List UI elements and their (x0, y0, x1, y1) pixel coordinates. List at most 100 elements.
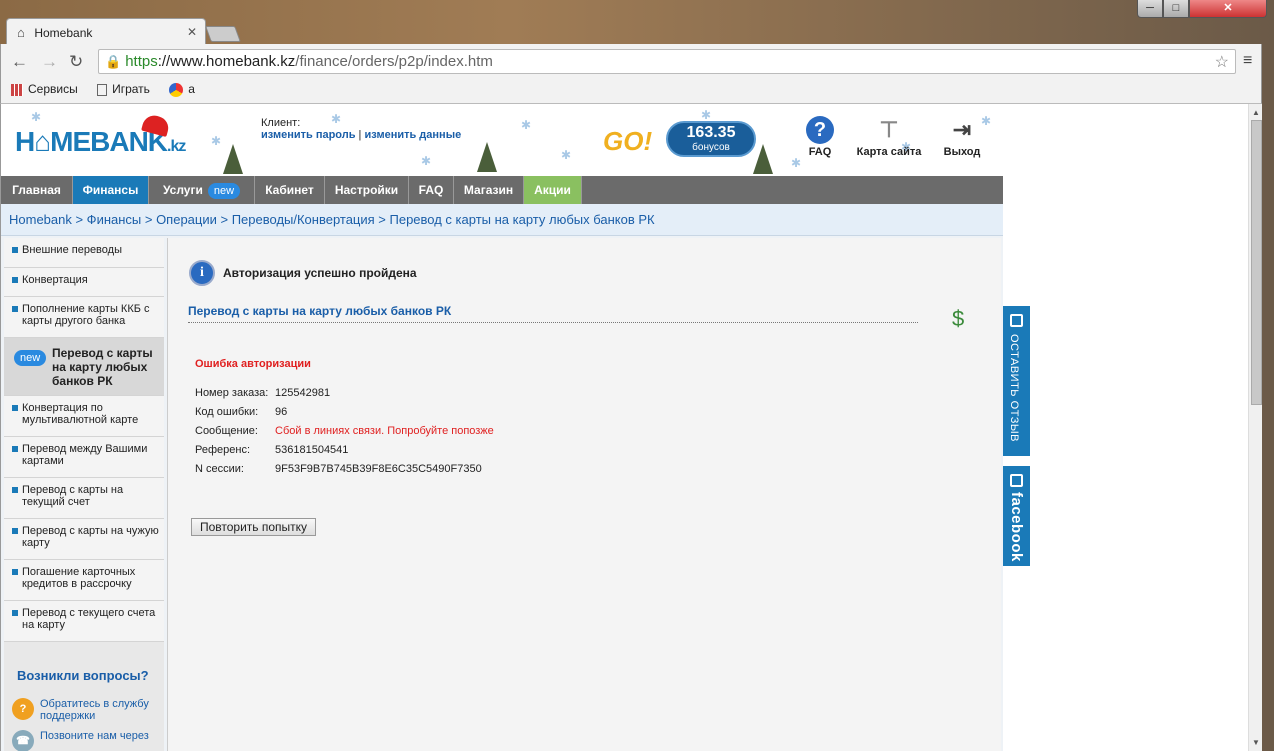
facebook-tab[interactable]: facebook (1003, 466, 1030, 566)
info-icon: i (189, 260, 215, 286)
error-title: Ошибка авторизации (195, 358, 311, 370)
snowflake-icon: ✱ (211, 134, 222, 148)
client-label: Клиент: (261, 117, 301, 129)
reference-row: Референс: 536181504541 (195, 444, 349, 456)
main-nav: Главная Финансы Услуги new Кабинет Настро… (1, 176, 1003, 204)
close-window-button[interactable]: ✕ (1189, 0, 1267, 18)
snowflake-icon: ✱ (791, 156, 802, 170)
back-arrow-icon[interactable]: ← (11, 52, 28, 72)
speech-bubble-icon (1010, 314, 1023, 327)
sidebar-item-account-to-card[interactable]: Перевод с текущего счета на карту (4, 601, 164, 642)
call-link[interactable]: ☎ Позвоните нам через (12, 730, 149, 751)
address-bar[interactable]: 🔒 https://www.homebank.kz/finance/orders/… (98, 49, 1236, 74)
url-scheme: https (125, 53, 158, 70)
snowflake-icon: ✱ (421, 154, 432, 168)
reload-icon[interactable]: ↻ (69, 52, 83, 72)
sitemap-button[interactable]: ⊤ Карта сайта (853, 116, 925, 158)
bookmark-services[interactable]: Сервисы (11, 82, 78, 96)
bonus-label: бонусов (692, 142, 730, 153)
tab-title: Homebank (34, 26, 93, 40)
breadcrumb[interactable]: Homebank > Финансы > Операции > Переводы… (1, 204, 1003, 236)
page-icon (97, 83, 108, 96)
retry-button[interactable]: Повторить попытку (191, 518, 316, 536)
ball-icon (169, 82, 184, 97)
bookmarks-bar: Сервисы Играть a (0, 78, 1262, 104)
exit-button[interactable]: ⇥ Выход (941, 116, 983, 158)
apps-grid-icon (11, 83, 23, 96)
speech-bubble-icon (1010, 474, 1023, 487)
bookmark-a[interactable]: a (169, 82, 195, 97)
nav-promotions[interactable]: Акции (524, 176, 582, 204)
close-tab-icon[interactable]: ✕ (187, 25, 197, 39)
url-domain: ://www.homebank.kz (157, 53, 296, 70)
snowflake-icon: ✱ (561, 148, 572, 162)
sidebar-item-topup[interactable]: Пополнение карты ККБ с карты другого бан… (4, 297, 164, 338)
forward-arrow-icon[interactable]: → (41, 52, 58, 72)
site-header: ✱ ✱ ✱ ✱ ✱ ✱ ✱ ✱ ✱ ✱ H⌂MEBANK.kz Клиент: (1, 104, 1003, 176)
question-icon: ? (806, 116, 834, 144)
lock-icon: 🔒 (105, 54, 122, 69)
faq-header-button[interactable]: ? FAQ (806, 116, 834, 158)
go-logo[interactable]: GO! (603, 126, 652, 157)
browser-toolbar: ← → ↻ 🔒 https://www.homebank.kz/finance/o… (0, 44, 1262, 78)
change-password-link[interactable]: изменить пароль (261, 129, 356, 141)
session-row: N сессии: 9F53F9B7B745B39F8E6C35C5490F735… (195, 463, 482, 475)
new-tab-button[interactable] (205, 26, 241, 42)
sidebar-item-installments[interactable]: Погашение карточных кредитов в рассрочку (4, 560, 164, 601)
window-frame: ─ □ ✕ ⌂ Homebank ✕ ← → ↻ 🔒 https://www.ho… (0, 0, 1274, 751)
nav-settings[interactable]: Настройки (325, 176, 409, 204)
snowflake-icon: ✱ (31, 110, 42, 124)
client-block: Клиент: изменить пароль | изменить данны… (261, 117, 462, 141)
message-row: Сообщение: Сбой в линиях связи. Попробуйт… (195, 425, 494, 437)
nav-services[interactable]: Услуги new (149, 176, 255, 204)
money-icon: $ (952, 306, 965, 331)
sidebar-item-external[interactable]: Внешние переводы (4, 238, 164, 268)
feedback-tab[interactable]: ОСТАВИТЬ ОТЗЫВ (1003, 306, 1030, 456)
homebank-logo[interactable]: H⌂MEBANK.kz (15, 112, 186, 158)
scroll-up-icon[interactable]: ▲ (1252, 108, 1260, 117)
bonus-badge[interactable]: 163.35 бонусов (666, 121, 756, 157)
sidebar-item-other-card[interactable]: Перевод с карты на чужую карту (4, 519, 164, 560)
bookmark-play[interactable]: Играть (97, 82, 150, 96)
minimize-button[interactable]: ─ (1137, 0, 1163, 18)
main-content: i Авторизация успешно пройдена Перевод с… (167, 238, 1001, 751)
questions-title: Возникли вопросы? (17, 668, 149, 683)
new-badge: new (14, 350, 47, 366)
exit-door-icon: ⇥ (952, 117, 972, 142)
phone-icon: ☎ (12, 730, 34, 751)
sidebar-item-own-cards[interactable]: Перевод между Вашими картами (4, 437, 164, 478)
tree-icon (223, 144, 243, 174)
nav-faq[interactable]: FAQ (409, 176, 454, 204)
tree-icon (477, 142, 497, 172)
sidebar-item-multicurrency[interactable]: Конвертация по мультивалютной карте (4, 396, 164, 437)
sidebar-item-conversion[interactable]: Конвертация (4, 268, 164, 297)
homebank-site: ✱ ✱ ✱ ✱ ✱ ✱ ✱ ✱ ✱ ✱ H⌂MEBANK.kz Клиент: (1, 104, 1003, 751)
bookmark-star-icon[interactable]: ☆ (1215, 52, 1229, 72)
nav-home[interactable]: Главная (1, 176, 73, 204)
support-link[interactable]: ? Обратитесь в службу поддержки (12, 698, 155, 722)
snowflake-icon: ✱ (701, 108, 712, 122)
snowflake-icon: ✱ (521, 118, 532, 132)
question-icon: ? (12, 698, 34, 720)
maximize-button[interactable]: □ (1163, 0, 1189, 18)
nav-shop[interactable]: Магазин (454, 176, 524, 204)
scroll-down-icon[interactable]: ▼ (1252, 738, 1260, 747)
nav-cabinet[interactable]: Кабинет (255, 176, 325, 204)
sidebar: Внешние переводы Конвертация Пополнение … (4, 238, 164, 751)
new-badge: new (207, 183, 241, 199)
nav-finance[interactable]: Финансы (73, 176, 149, 204)
bonus-value: 163.35 (686, 124, 736, 141)
page-viewport: ✱ ✱ ✱ ✱ ✱ ✱ ✱ ✱ ✱ ✱ H⌂MEBANK.kz Клиент: (0, 104, 1262, 751)
browser-tab[interactable]: ⌂ Homebank ✕ (6, 18, 206, 44)
divider (188, 322, 918, 323)
change-data-link[interactable]: изменить данные (364, 129, 461, 141)
home-icon: ⌂ (17, 25, 25, 40)
vertical-scrollbar[interactable]: ▲ ▼ (1248, 104, 1262, 751)
sidebar-item-card-to-account[interactable]: Перевод с карты на текущий счет (4, 478, 164, 519)
browser-menu-icon[interactable]: ≡ (1243, 52, 1252, 70)
url-path: /finance/orders/p2p/index.htm (295, 53, 493, 70)
tree-icon (753, 144, 773, 174)
scrollbar-thumb[interactable] (1251, 120, 1262, 405)
error-code-row: Код ошибки: 96 (195, 406, 288, 418)
sidebar-item-p2p[interactable]: new Перевод с карты на карту любых банков… (4, 338, 164, 396)
